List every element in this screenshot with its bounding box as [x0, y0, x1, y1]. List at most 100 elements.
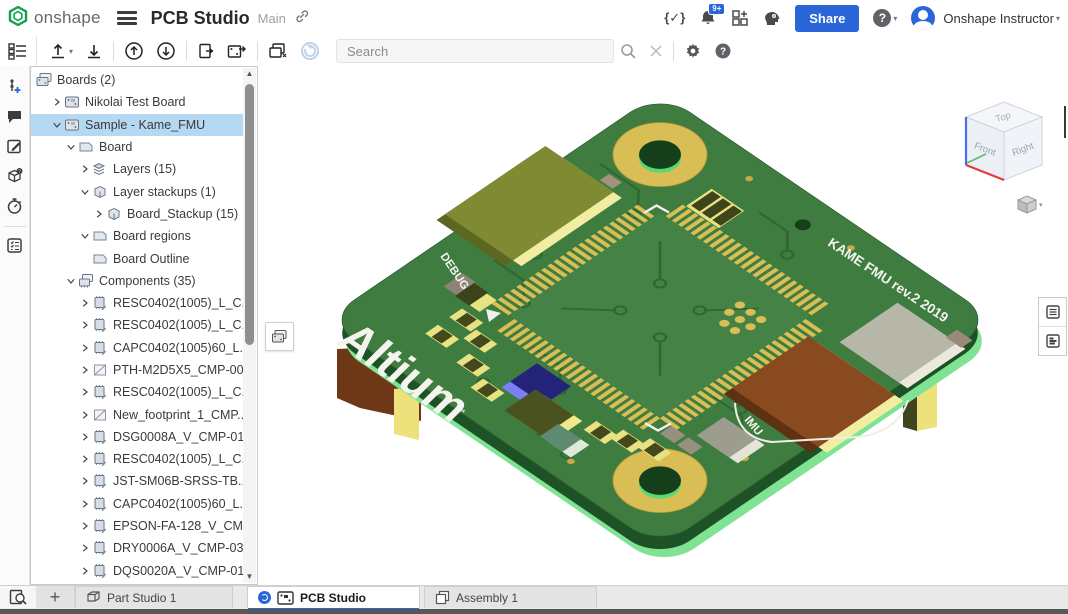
- tree-row[interactable]: RESC0402(1005)_L_C...: [31, 448, 243, 470]
- isometric-view-button[interactable]: ▾: [1016, 194, 1046, 216]
- tree-scrollbar[interactable]: ▲ ▼: [243, 68, 256, 583]
- tree-row[interactable]: Board_Stackup (15): [31, 203, 243, 225]
- import-button[interactable]: ▾: [43, 36, 79, 66]
- tree-row[interactable]: JST-SM06B-SRSS-TB...: [31, 470, 243, 492]
- avatar[interactable]: [911, 6, 935, 30]
- tree-item-label: DSG0008A_V_CMP-01...: [113, 430, 243, 444]
- measure-timer-icon[interactable]: [3, 194, 27, 218]
- chevron-icon[interactable]: [64, 142, 78, 152]
- chevron-icon[interactable]: [78, 410, 92, 420]
- document-title: PCB Studio: [151, 8, 250, 29]
- chevron-icon[interactable]: [78, 365, 92, 375]
- tab-part-studio-1[interactable]: Part Studio 1: [75, 586, 233, 608]
- chevron-icon[interactable]: [92, 209, 106, 219]
- tab-label: Part Studio 1: [107, 591, 176, 605]
- export-button[interactable]: [79, 36, 109, 66]
- tree-row[interactable]: CAPC0402(1005)60_L...: [31, 493, 243, 515]
- share-button[interactable]: Share: [795, 5, 859, 32]
- tree-row[interactable]: Nikolai Test Board: [31, 91, 243, 113]
- tree-row[interactable]: DQS0020A_V_CMP-01...: [31, 560, 243, 582]
- boards-flyout-button[interactable]: [265, 322, 294, 351]
- chevron-icon[interactable]: [64, 276, 78, 286]
- layers-panel-button[interactable]: [1039, 326, 1066, 355]
- chevron-icon[interactable]: [78, 164, 92, 174]
- chevron-icon[interactable]: [78, 499, 92, 509]
- tree-row[interactable]: Layers (15): [31, 158, 243, 180]
- open-board-external-button[interactable]: [221, 36, 253, 66]
- tree-row[interactable]: EPSON-FA-128_V_CM...: [31, 515, 243, 537]
- view-cube[interactable]: Top Front Right: [946, 92, 1062, 200]
- chevron-icon[interactable]: [78, 476, 92, 486]
- manage-components-button[interactable]: [262, 36, 294, 66]
- tab-assembly-1[interactable]: Assembly 1: [424, 586, 597, 608]
- chevron-icon[interactable]: [78, 543, 92, 553]
- pull-from-altium-button[interactable]: [150, 36, 182, 66]
- tree-row[interactable]: RESC0402(1005)_L_C...: [31, 381, 243, 403]
- chevron-icon[interactable]: [78, 320, 92, 330]
- push-to-altium-button[interactable]: [118, 36, 150, 66]
- chevron-icon[interactable]: [78, 566, 92, 576]
- apps-grid-icon[interactable]: [731, 9, 749, 27]
- tree-row[interactable]: DRY0006A_V_CMP-03...: [31, 537, 243, 559]
- tree-row[interactable]: Sample - Kame_FMU: [31, 114, 243, 136]
- search-elements-button[interactable]: [0, 586, 37, 608]
- user-menu[interactable]: Onshape Instructor ▾: [911, 6, 1060, 30]
- tree-row[interactable]: Layer stackups (1): [31, 180, 243, 202]
- tree-row[interactable]: New_footprint_1_CMP...: [31, 403, 243, 425]
- chevron-icon[interactable]: [78, 521, 92, 531]
- toolbar-search[interactable]: [336, 39, 614, 63]
- search-submit-icon[interactable]: [614, 36, 643, 66]
- tree-row[interactable]: Board Outline: [31, 247, 243, 269]
- search-clear-icon[interactable]: [643, 36, 669, 66]
- chevron-icon[interactable]: [78, 298, 92, 308]
- edit-notes-icon[interactable]: [3, 134, 27, 158]
- tree-row[interactable]: RESC0402(1005)_L_C...: [31, 292, 243, 314]
- notifications-bell-icon[interactable]: 9+: [699, 9, 717, 27]
- properties-panel-button[interactable]: [1039, 298, 1066, 326]
- feature-tree-toggle-button[interactable]: [0, 36, 37, 66]
- settings-gear-icon[interactable]: [678, 36, 708, 66]
- chevron-icon[interactable]: [78, 343, 92, 353]
- tree-row[interactable]: [31, 582, 243, 584]
- tree-row[interactable]: PTH-M2D5X5_CMP-00...: [31, 359, 243, 381]
- share-link-icon[interactable]: [294, 8, 310, 29]
- tree-item-label: DQS0020A_V_CMP-01...: [113, 564, 243, 578]
- tree-row[interactable]: Boards (2): [31, 69, 243, 91]
- chevron-icon[interactable]: [78, 432, 92, 442]
- scroll-up-icon[interactable]: ▲: [243, 68, 256, 80]
- import-caret-icon[interactable]: ▾: [69, 47, 73, 56]
- versions-icon[interactable]: {✓}: [664, 10, 685, 26]
- tab-pcb-studio[interactable]: PCB Studio: [247, 586, 420, 608]
- main-menu-icon[interactable]: [117, 11, 137, 25]
- chevron-icon[interactable]: [78, 454, 92, 464]
- chevron-icon[interactable]: [78, 387, 92, 397]
- help-icon[interactable]: ?: [873, 9, 891, 27]
- tree-row[interactable]: Board regions: [31, 225, 243, 247]
- learning-center-icon[interactable]: [763, 9, 781, 27]
- search-input[interactable]: [345, 43, 605, 60]
- chevron-icon[interactable]: [78, 187, 92, 197]
- bottom-edge-strip: [0, 609, 1068, 614]
- scroll-down-icon[interactable]: ▼: [243, 571, 256, 583]
- tree-row[interactable]: Components (35): [31, 270, 243, 292]
- tree-row[interactable]: DSG0008A_V_CMP-01...: [31, 426, 243, 448]
- bom-table-icon[interactable]: [3, 233, 27, 257]
- workspace-label[interactable]: Main: [258, 11, 286, 26]
- component-icon: [92, 518, 109, 534]
- part-help-icon[interactable]: ?: [3, 164, 27, 188]
- component-icon: [92, 384, 109, 400]
- tree-row[interactable]: RESC0402(1005)_L_C...: [31, 314, 243, 336]
- pcb-3d-viewport[interactable]: Altium ™ DEBUG KAME FMU rev.2 2019 IMU T…: [258, 66, 1068, 585]
- tree-row[interactable]: Board: [31, 136, 243, 158]
- comments-icon[interactable]: [3, 104, 27, 128]
- help-menu[interactable]: ? ▾: [873, 9, 897, 27]
- paste-board-button[interactable]: [191, 36, 221, 66]
- tree-row[interactable]: CAPC0402(1005)60_L...: [31, 337, 243, 359]
- chevron-icon[interactable]: [50, 97, 64, 107]
- add-tab-button[interactable]: +: [36, 586, 75, 608]
- chevron-icon[interactable]: [50, 120, 64, 130]
- insert-item-icon[interactable]: [3, 74, 27, 98]
- chevron-icon[interactable]: [78, 231, 92, 241]
- toolbar-help-icon[interactable]: ?: [708, 36, 738, 66]
- scrollbar-thumb[interactable]: [245, 84, 254, 345]
